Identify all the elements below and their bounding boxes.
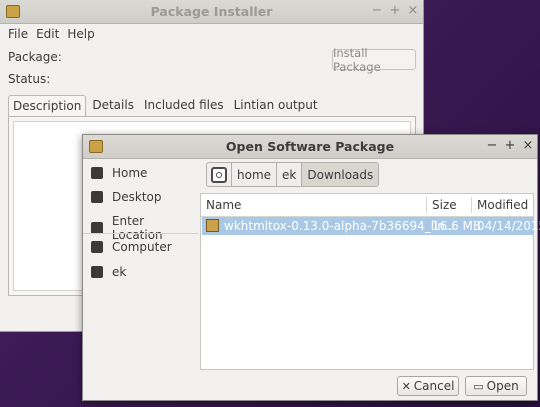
package-label: Package:: [8, 50, 62, 64]
maximize-icon[interactable]: +: [503, 138, 517, 153]
cancel-button[interactable]: ✕ Cancel: [397, 376, 459, 396]
installer-menubar: File Edit Help: [0, 24, 423, 44]
file-list[interactable]: Name Size Modified wkhtmltox-0.13.0-alph…: [200, 193, 540, 370]
cancel-label: Cancel: [413, 379, 455, 393]
path-home-button[interactable]: home: [232, 163, 278, 186]
place-label: Computer: [112, 240, 172, 254]
tab-details[interactable]: Details: [88, 95, 138, 116]
place-home[interactable]: Home: [91, 166, 147, 180]
places-divider: [83, 233, 198, 234]
place-enter-location[interactable]: Enter Location: [91, 214, 198, 242]
column-size[interactable]: Size: [432, 198, 457, 212]
maximize-icon[interactable]: +: [388, 3, 402, 18]
path-ek-button[interactable]: ek: [277, 163, 303, 186]
installer-tabs: Description Details Included files Linti…: [8, 95, 324, 116]
open-icon: ▭: [473, 379, 484, 393]
home-icon: [91, 167, 103, 179]
installer-title: Package Installer: [150, 4, 273, 19]
file-name: wkhtmltox-0.13.0-alpha-7b36694_lin...: [224, 219, 457, 233]
file-list-header: Name Size Modified: [201, 194, 533, 217]
place-label: ek: [112, 265, 127, 279]
open-label: Open: [486, 379, 519, 393]
close-icon[interactable]: ×: [406, 3, 420, 18]
column-divider: [471, 197, 472, 213]
column-name[interactable]: Name: [206, 198, 241, 212]
open-package-dialog: Open Software Package − + × Home Desktop…: [82, 134, 540, 401]
status-label: Status:: [8, 72, 51, 86]
open-button[interactable]: ▭ Open: [465, 376, 527, 396]
tab-description[interactable]: Description: [8, 95, 87, 116]
cancel-icon: ✕: [401, 379, 411, 393]
place-ek[interactable]: ek: [91, 265, 126, 279]
minimize-icon[interactable]: −: [370, 3, 384, 18]
menu-help[interactable]: Help: [67, 27, 94, 41]
close-icon[interactable]: ×: [521, 138, 535, 153]
place-desktop[interactable]: Desktop: [91, 190, 162, 204]
menu-file[interactable]: File: [8, 27, 28, 41]
drive-icon: [211, 166, 227, 183]
path-downloads-button[interactable]: Downloads: [302, 163, 379, 186]
path-root-button[interactable]: [207, 163, 232, 186]
file-row-selected[interactable]: wkhtmltox-0.13.0-alpha-7b36694_lin... 16…: [202, 217, 540, 235]
desktop-icon: [91, 191, 103, 203]
file-modified: 04/14/2015: [477, 219, 540, 233]
dialog-title: Open Software Package: [225, 139, 395, 154]
tab-included-files[interactable]: Included files: [140, 95, 228, 116]
place-label: Desktop: [112, 190, 162, 204]
computer-icon: [91, 241, 103, 253]
dialog-titlebar[interactable]: Open Software Package − + ×: [83, 135, 537, 159]
minimize-icon[interactable]: −: [485, 138, 499, 153]
place-label: Enter Location: [111, 214, 163, 242]
column-divider: [426, 197, 427, 213]
folder-icon: [91, 266, 103, 278]
package-file-icon: [206, 219, 219, 232]
installer-titlebar[interactable]: Package Installer − + ×: [0, 0, 423, 24]
file-size: 16.6 MB: [432, 219, 482, 233]
tab-lintian-output[interactable]: Lintian output: [230, 95, 322, 116]
places-sidebar: Home Desktop Enter Location Computer ek: [83, 159, 198, 369]
place-label: Home: [112, 166, 148, 180]
install-package-button[interactable]: Install Package: [332, 46, 416, 74]
column-modified[interactable]: Modified: [477, 198, 528, 212]
menu-edit[interactable]: Edit: [36, 27, 59, 41]
path-bar: home ek Downloads: [206, 162, 380, 187]
place-computer[interactable]: Computer: [91, 240, 172, 254]
